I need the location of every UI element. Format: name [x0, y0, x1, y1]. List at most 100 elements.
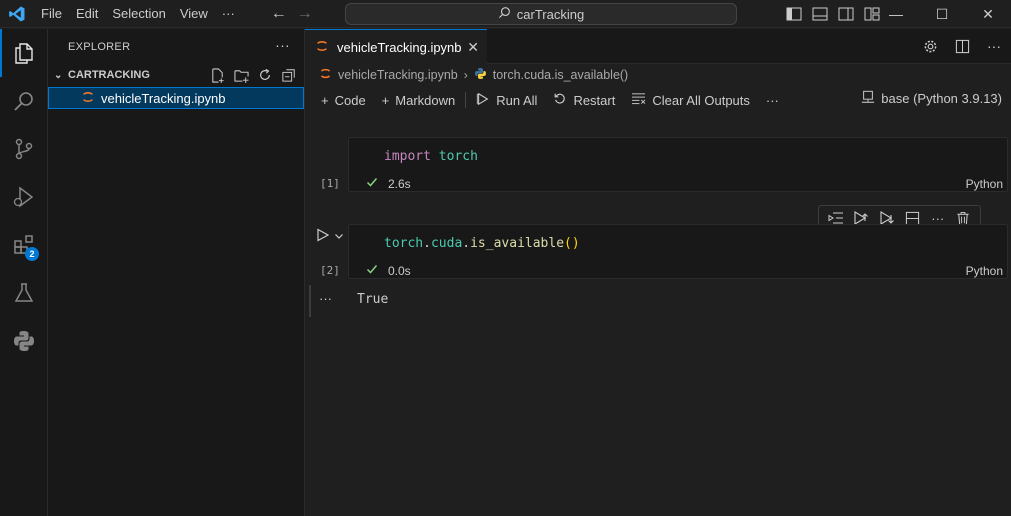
cell-1-status: 2.6s: [366, 176, 411, 191]
code-cell-1[interactable]: import torch 2.6s Python: [348, 137, 1008, 192]
close-button[interactable]: ✕: [965, 0, 1011, 28]
settings-gear-icon[interactable]: [921, 37, 939, 55]
breadcrumb-file[interactable]: vehicleTracking.ipynb: [338, 68, 458, 82]
explorer-icon[interactable]: [0, 29, 48, 77]
toggle-primary-sidebar-icon[interactable]: [784, 4, 804, 24]
breadcrumb-symbol[interactable]: torch.cuda.is_available(): [493, 68, 629, 82]
code-keyword: import: [384, 149, 431, 164]
file-item-label: vehicleTracking.ipynb: [101, 90, 226, 106]
python-icon: [474, 67, 487, 83]
menu-edit[interactable]: Edit: [69, 0, 105, 28]
plus-icon: +: [381, 92, 390, 108]
command-center-text: carTracking: [516, 6, 585, 22]
new-file-icon[interactable]: [208, 66, 226, 84]
cell-2-language[interactable]: Python: [966, 264, 1003, 278]
restart-label: Restart: [573, 92, 616, 108]
vscode-logo-icon: [0, 0, 34, 28]
cell-2-status: 0.0s: [366, 263, 411, 278]
code-dot: .: [423, 236, 431, 251]
collapse-all-icon[interactable]: [280, 66, 298, 84]
maximize-button[interactable]: ☐: [919, 0, 965, 28]
cell-2-exec-count: [2]: [320, 264, 340, 277]
plus-icon: +: [321, 92, 329, 108]
restart-icon: [553, 92, 567, 109]
output-focus-bar: [309, 285, 311, 317]
checkmark-icon: [366, 263, 378, 278]
tab-close-icon[interactable]: ✕: [467, 39, 479, 56]
editor-area: vehicleTracking.ipynb ✕ ··· vehicleTrack…: [305, 29, 1011, 516]
kernel-server-icon: [861, 90, 875, 107]
sidebar-title: EXPLORER: [68, 40, 131, 53]
code-parens: (): [564, 236, 580, 251]
explorer-sidebar: EXPLORER ··· ⌄ CARTRACKING vehicleTracki…: [48, 29, 305, 516]
chevron-down-icon: ⌄: [54, 69, 63, 81]
source-control-icon[interactable]: [0, 125, 48, 173]
toolbar-divider: [465, 92, 467, 108]
code-object: torch: [384, 236, 424, 251]
add-code-label: Code: [334, 92, 366, 108]
notebook-toolbar: + Code + Markdown Run All Restart Clear …: [305, 86, 1011, 114]
toggle-secondary-sidebar-icon[interactable]: [836, 4, 856, 24]
kernel-picker[interactable]: base (Python 3.9.13): [861, 90, 1002, 107]
menu-selection[interactable]: Selection: [105, 0, 172, 28]
output-more-button[interactable]: ···: [319, 291, 332, 306]
search-icon: [498, 6, 511, 22]
testing-flask-icon[interactable]: [0, 269, 48, 317]
toolbar-more-button[interactable]: ···: [758, 88, 787, 112]
code-module: torch: [438, 149, 478, 164]
cell-1-language[interactable]: Python: [966, 177, 1003, 191]
menu-view[interactable]: View: [173, 0, 215, 28]
split-editor-icon[interactable]: [953, 37, 971, 55]
command-center-search[interactable]: carTracking: [345, 3, 737, 25]
code-cell-2[interactable]: torch.cuda.is_available() 0.0s Python: [348, 224, 1008, 279]
breadcrumb: vehicleTracking.ipynb › torch.cuda.is_av…: [305, 64, 1011, 86]
run-options-chevron-icon[interactable]: [334, 229, 344, 244]
cell-1-code[interactable]: import torch: [384, 149, 478, 164]
menu-more[interactable]: ···: [215, 0, 242, 28]
checkmark-icon: [366, 176, 378, 191]
run-all-label: Run All: [496, 92, 538, 108]
search-icon[interactable]: [0, 77, 48, 125]
add-markdown-label: Markdown: [395, 92, 456, 108]
code-attribute: cuda: [430, 236, 463, 251]
extensions-badge: 2: [25, 247, 39, 261]
jupyter-icon: [81, 90, 95, 107]
cell-1-duration: 2.6s: [388, 176, 411, 191]
cell-2-duration: 0.0s: [388, 263, 411, 278]
editor-tabs: vehicleTracking.ipynb ✕ ···: [305, 29, 1011, 64]
menu-file[interactable]: File: [34, 0, 69, 28]
clear-outputs-button[interactable]: Clear All Outputs: [623, 88, 758, 112]
run-and-debug-icon[interactable]: [0, 173, 48, 221]
file-item-vehicletracking[interactable]: vehicleTracking.ipynb: [48, 87, 304, 109]
minimize-button[interactable]: —: [873, 0, 919, 28]
cell-2-run-controls: [316, 228, 344, 245]
jupyter-icon: [315, 39, 329, 56]
run-cell-icon[interactable]: [316, 228, 330, 245]
add-code-button[interactable]: + Code: [313, 88, 374, 112]
python-icon[interactable]: [0, 317, 48, 365]
code-function: is_available: [470, 236, 565, 251]
refresh-icon[interactable]: [256, 66, 274, 84]
sidebar-header: EXPLORER ···: [48, 29, 304, 64]
code-dot: .: [462, 236, 471, 251]
sidebar-more-button[interactable]: ···: [275, 37, 290, 53]
new-folder-icon[interactable]: [232, 66, 250, 84]
restart-button[interactable]: Restart: [545, 88, 623, 112]
workspace-folder-header[interactable]: ⌄ CARTRACKING: [48, 64, 304, 86]
run-all-button[interactable]: Run All: [468, 88, 545, 112]
add-markdown-button[interactable]: + Markdown: [374, 88, 464, 112]
cell-2-code[interactable]: torch.cuda.is_available(): [384, 236, 580, 251]
more-actions-icon[interactable]: ···: [985, 37, 1003, 55]
clear-all-icon: [631, 92, 646, 108]
run-all-icon: [476, 92, 490, 109]
extensions-icon[interactable]: 2: [0, 221, 48, 269]
cell-2-output: True: [357, 292, 389, 307]
tab-vehicletracking[interactable]: vehicleTracking.ipynb ✕: [305, 29, 487, 64]
toggle-panel-icon[interactable]: [810, 4, 830, 24]
forward-arrow-icon[interactable]: →: [292, 0, 318, 28]
jupyter-icon: [319, 67, 332, 83]
activity-bar: 2: [0, 29, 48, 516]
back-arrow-icon[interactable]: ←: [266, 0, 292, 28]
clear-outputs-label: Clear All Outputs: [652, 92, 750, 108]
workspace-folder-name: CARTRACKING: [68, 69, 150, 81]
